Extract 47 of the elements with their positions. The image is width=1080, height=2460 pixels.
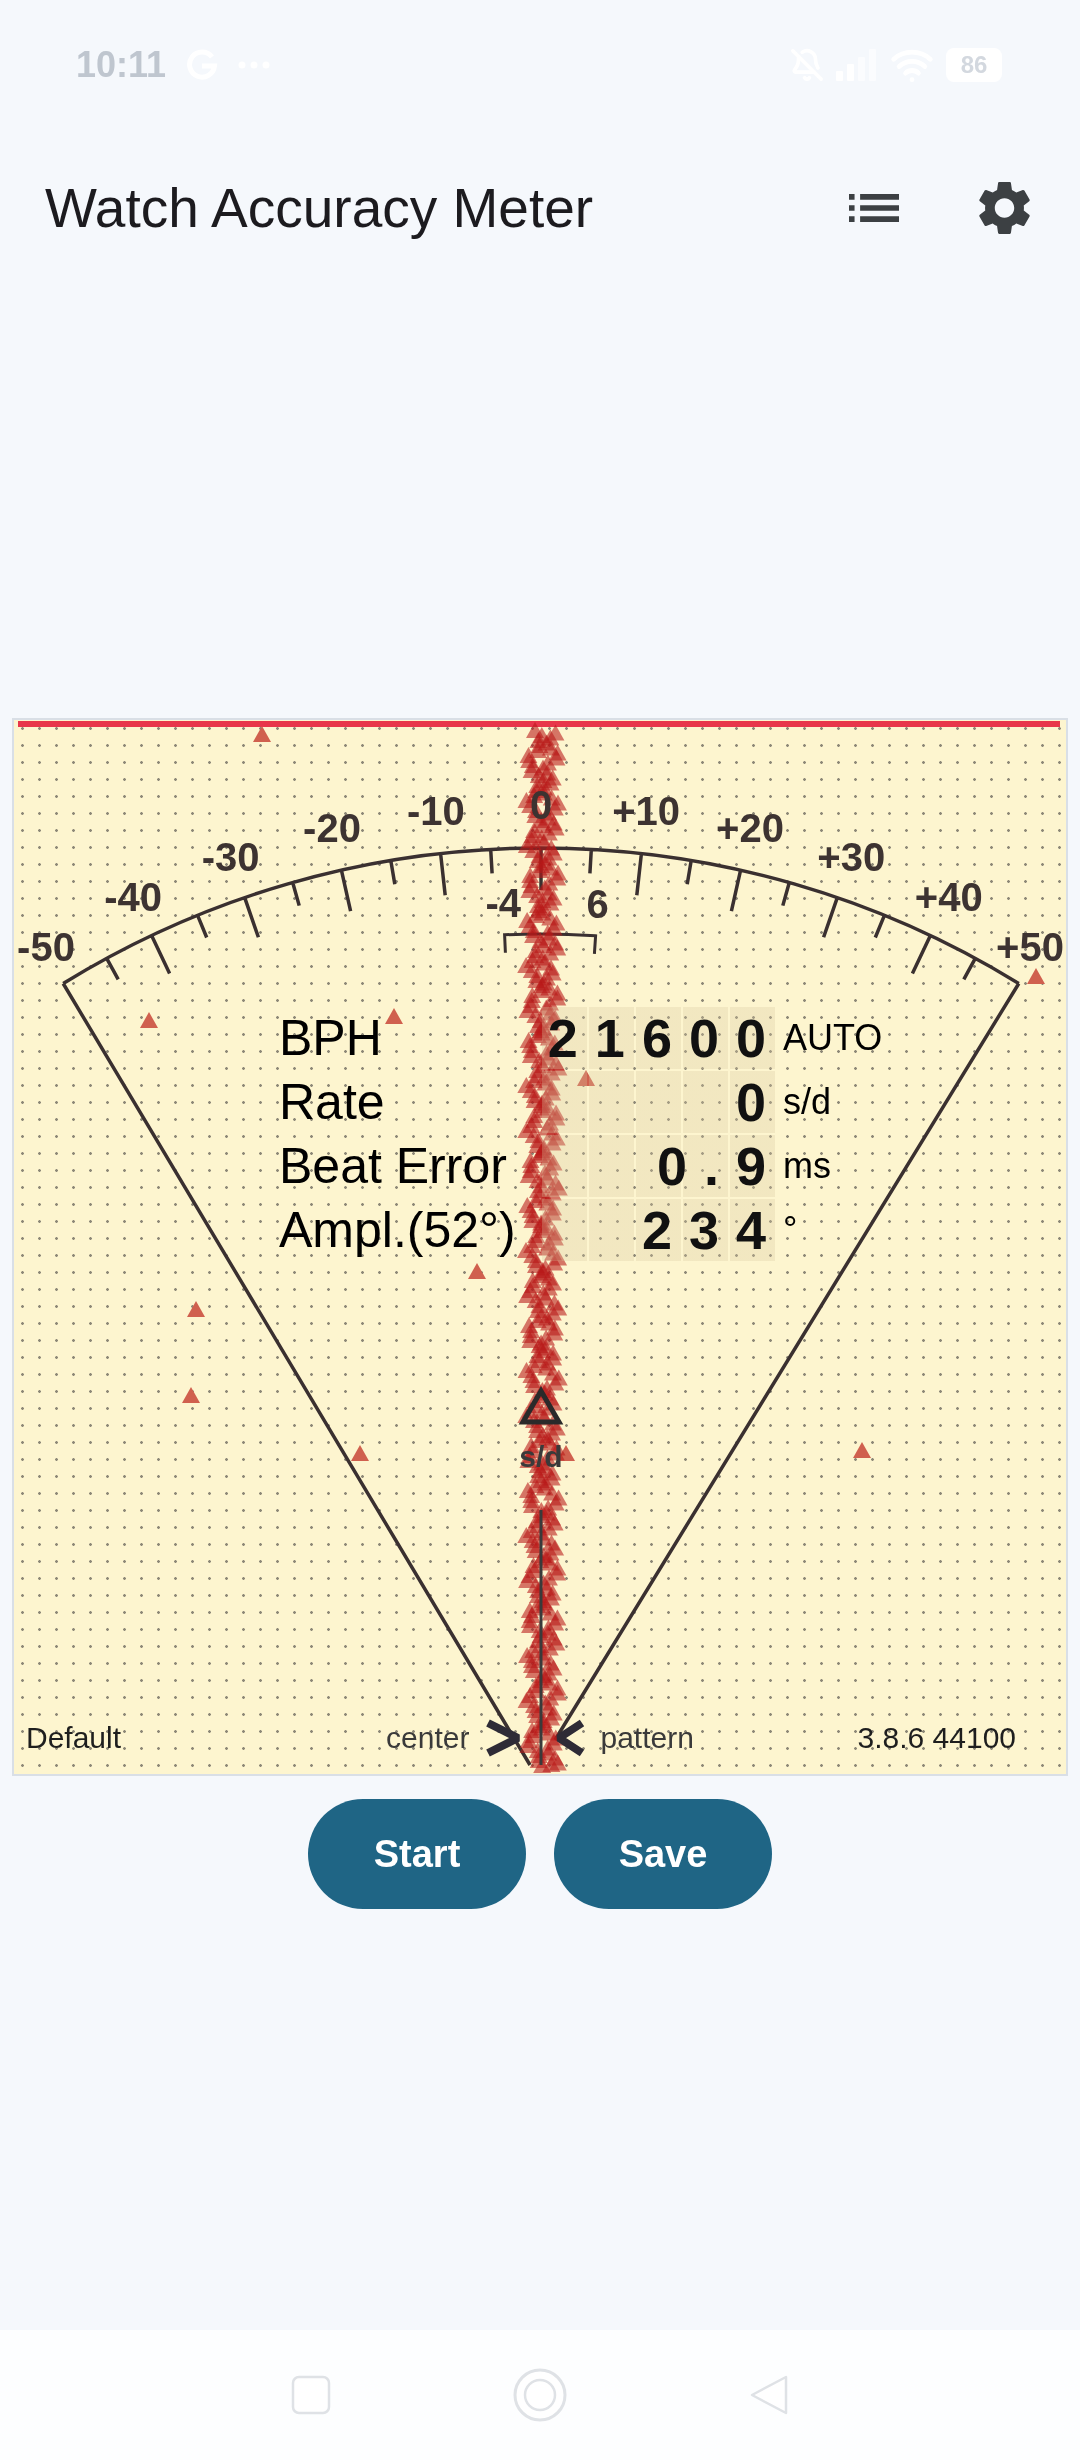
scale-label: +30 (817, 834, 886, 879)
scale-label: -40 (104, 874, 163, 919)
tolerance-label: 6 (586, 881, 609, 926)
scale-label: +10 (612, 788, 681, 833)
reading-label: BPH (279, 1013, 382, 1063)
digit-display: 0 (542, 1071, 777, 1133)
action-button[interactable]: Start (308, 1799, 526, 1909)
scale-label: -10 (407, 788, 465, 833)
digit-display: 234 (542, 1199, 777, 1261)
triangle-icon (518, 1386, 564, 1425)
triangle-marker (140, 1012, 158, 1028)
pattern-label: pattern (600, 1723, 694, 1753)
center-label: center (386, 1723, 470, 1753)
reading-label: Rate (279, 1077, 385, 1127)
profile-label: Default (26, 1723, 122, 1753)
reading-unit: s/d (782, 1084, 832, 1120)
triangle-marker (182, 1387, 200, 1403)
scale-label: +40 (914, 874, 983, 919)
recents-icon[interactable] (291, 2375, 331, 2415)
tolerance-label: -4 (485, 880, 521, 925)
scale-label: -50 (17, 924, 75, 969)
triangle-marker (468, 1263, 486, 1279)
triangle-marker (253, 726, 271, 742)
chevron-left-icon (555, 1718, 587, 1758)
triangle-marker (385, 1008, 403, 1024)
reading-unit: ° (782, 1212, 798, 1248)
back-icon[interactable] (749, 2374, 789, 2416)
scale-label: -30 (201, 834, 260, 879)
list-icon[interactable] (849, 194, 899, 222)
triangle-marker (853, 1442, 871, 1458)
triangle-marker (577, 1070, 595, 1086)
digit-display: 21600 (542, 1007, 777, 1069)
triangle-marker (1027, 968, 1045, 984)
reading-unit: ms (782, 1148, 831, 1184)
scale-label: -20 (303, 806, 361, 851)
triangle-marker (351, 1445, 369, 1461)
reading-label: Ampl.(52°) (279, 1205, 516, 1255)
triangle-marker (187, 1301, 205, 1317)
scale-label: +50 (996, 924, 1064, 969)
reading-unit: AUTO (782, 1020, 883, 1056)
digit-display: 0.9 (542, 1135, 777, 1197)
action-button[interactable]: Save (554, 1799, 772, 1909)
home-icon[interactable] (513, 2368, 567, 2422)
reading-label: Beat Error (279, 1141, 507, 1191)
scale-label: +20 (716, 806, 784, 851)
settings-icon[interactable] (979, 181, 1030, 235)
version-label: 3.8.6 44100 (857, 1723, 1016, 1753)
